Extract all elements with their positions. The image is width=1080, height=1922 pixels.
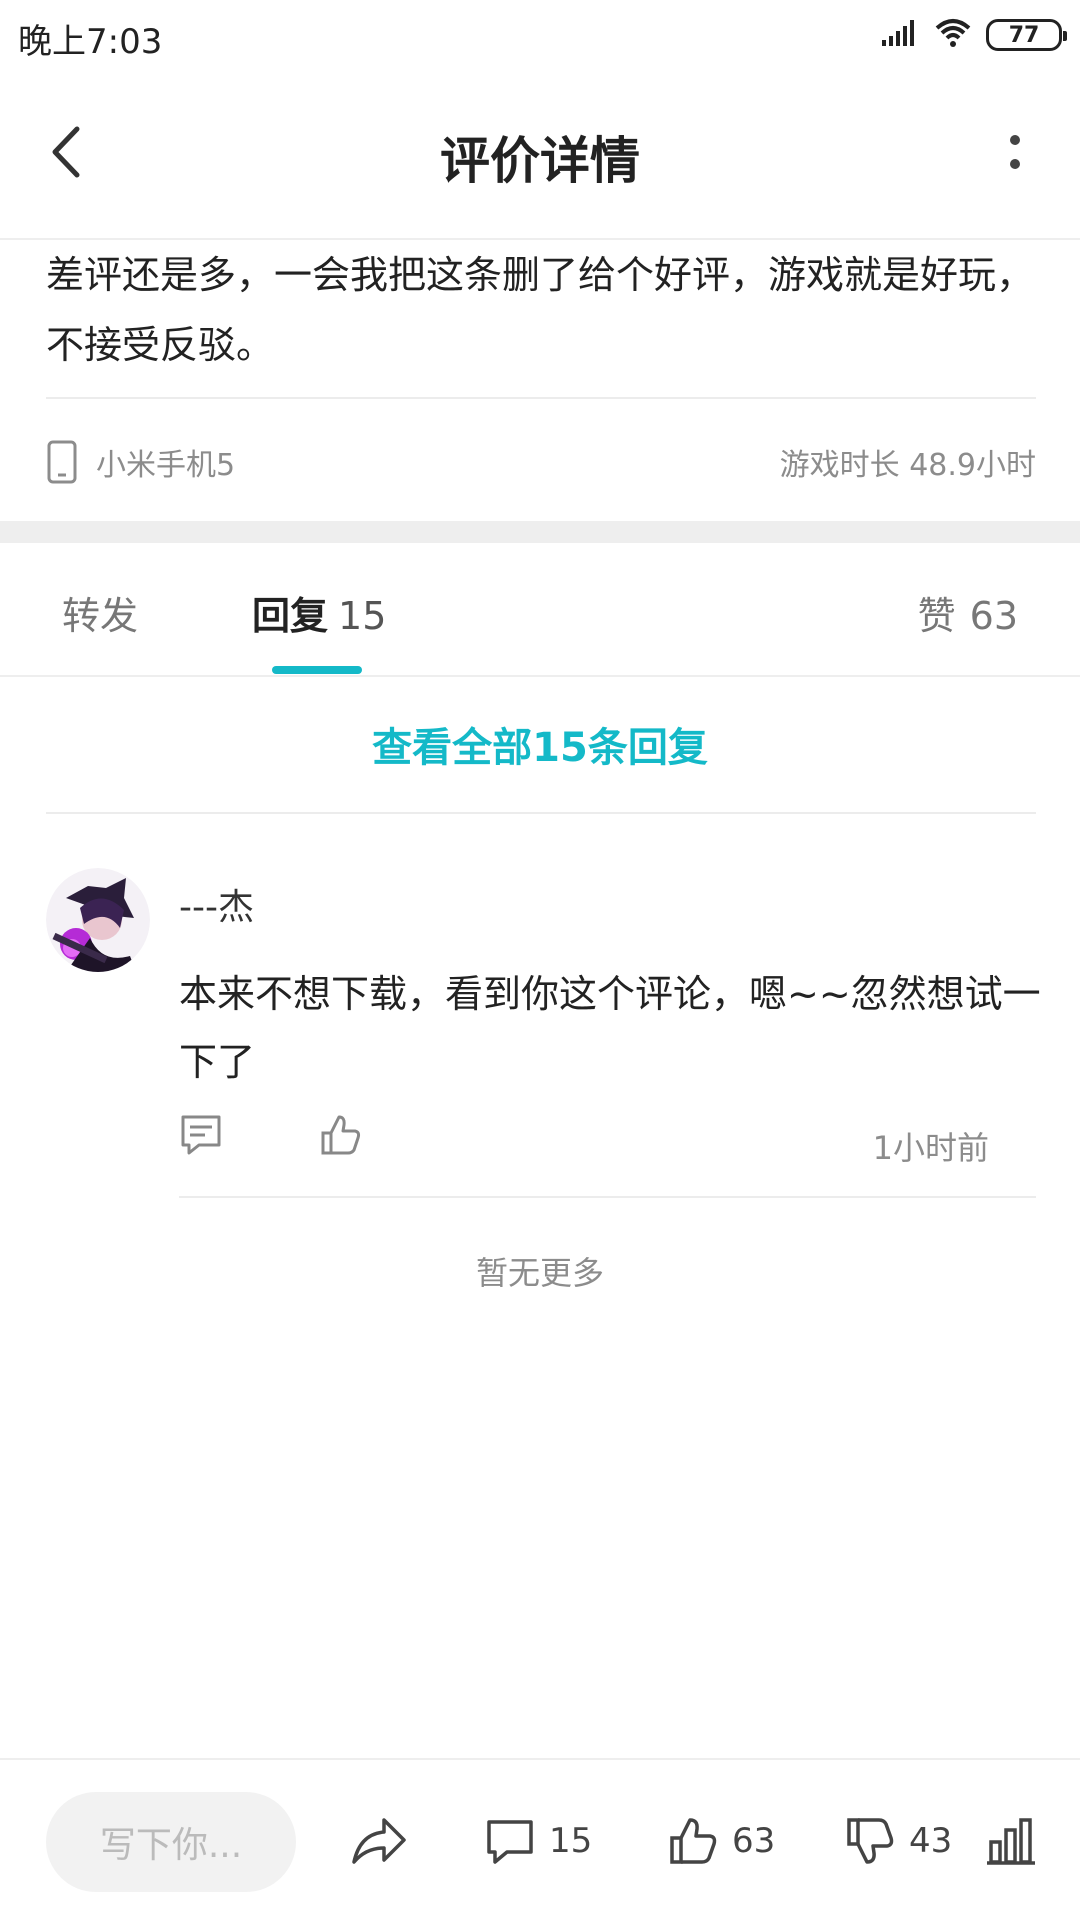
view-all-replies-link[interactable]: 查看全部15条回复 <box>0 715 1080 773</box>
dislike-button[interactable]: 43 <box>845 1796 952 1886</box>
tab-like-count: 63 <box>969 594 1018 638</box>
reply-username[interactable]: ---杰 <box>179 878 254 930</box>
status-icons: 77 <box>880 18 1067 52</box>
more-vertical-icon <box>1010 135 1020 169</box>
review-meta-row: 小米手机5 游戏时长 48.9小时 <box>46 430 1036 494</box>
thumbs-up-icon <box>321 1115 361 1155</box>
page-title: 评价详情 <box>440 132 640 190</box>
no-more-text: 暂无更多 <box>475 1254 604 1292</box>
tab-like[interactable]: 赞 63 <box>918 585 1018 640</box>
divider <box>46 812 1036 814</box>
reply-time: 1小时前 <box>872 1129 989 1167</box>
device-info: 小米手机5 <box>46 439 235 485</box>
phone-icon <box>47 440 77 484</box>
comment-icon <box>181 1115 221 1155</box>
divider <box>46 397 1036 399</box>
section-separator <box>0 521 1080 543</box>
thumbs-up-icon <box>670 1818 717 1864</box>
app-bar: 评价详情 <box>0 75 1080 240</box>
signal-icon <box>880 18 920 52</box>
thumbs-down-icon <box>847 1818 894 1864</box>
divider <box>179 1196 1036 1198</box>
tab-reply-label: 回复 <box>252 594 329 638</box>
tab-active-indicator <box>272 666 362 674</box>
reply-like-button[interactable] <box>319 1113 363 1161</box>
tab-forward-label: 转发 <box>62 594 139 638</box>
battery-indicator: 77 <box>986 19 1067 51</box>
more-options-button[interactable] <box>980 117 1050 187</box>
tab-bar: 转发 回复 15 赞 63 <box>0 543 1080 677</box>
wifi-icon <box>934 18 972 52</box>
play-time: 游戏时长 48.9小时 <box>779 448 1036 483</box>
review-text: 差评还是多，一会我把这条删了给个好评，游戏就是好玩，不接受反驳。 <box>46 253 1035 367</box>
bottom-action-bar: 写下你... 15 63 43 <box>0 1758 1080 1922</box>
tab-like-label: 赞 <box>917 594 956 638</box>
comment-count: 15 <box>549 1821 593 1861</box>
reply-comment-button[interactable] <box>179 1113 223 1161</box>
comment-button[interactable]: 15 <box>485 1796 592 1886</box>
tab-reply[interactable]: 回复 15 <box>252 585 386 640</box>
tab-forward[interactable]: 转发 <box>62 585 138 640</box>
share-icon <box>352 1818 406 1864</box>
reply-actions: 1小时前 <box>179 1113 1036 1173</box>
avatar[interactable] <box>46 868 150 972</box>
status-time: 晚上7:03 <box>18 22 163 62</box>
like-count: 63 <box>732 1821 776 1861</box>
status-bar: 晚上7:03 77 <box>0 0 1080 75</box>
comment-icon <box>487 1820 533 1864</box>
reply-input[interactable]: 写下你... <box>46 1792 296 1892</box>
device-name: 小米手机5 <box>96 448 236 483</box>
tab-reply-count: 15 <box>338 594 387 638</box>
bar-chart-icon <box>987 1818 1035 1865</box>
reply-content: 本来不想下载，看到你这个评论，嗯~~忽然想试一下了 <box>179 972 1041 1084</box>
like-button[interactable]: 63 <box>668 1796 775 1886</box>
stats-button[interactable] <box>985 1796 1037 1886</box>
dislike-count: 43 <box>909 1821 953 1861</box>
battery-level: 77 <box>1008 22 1040 48</box>
share-button[interactable] <box>350 1796 408 1886</box>
